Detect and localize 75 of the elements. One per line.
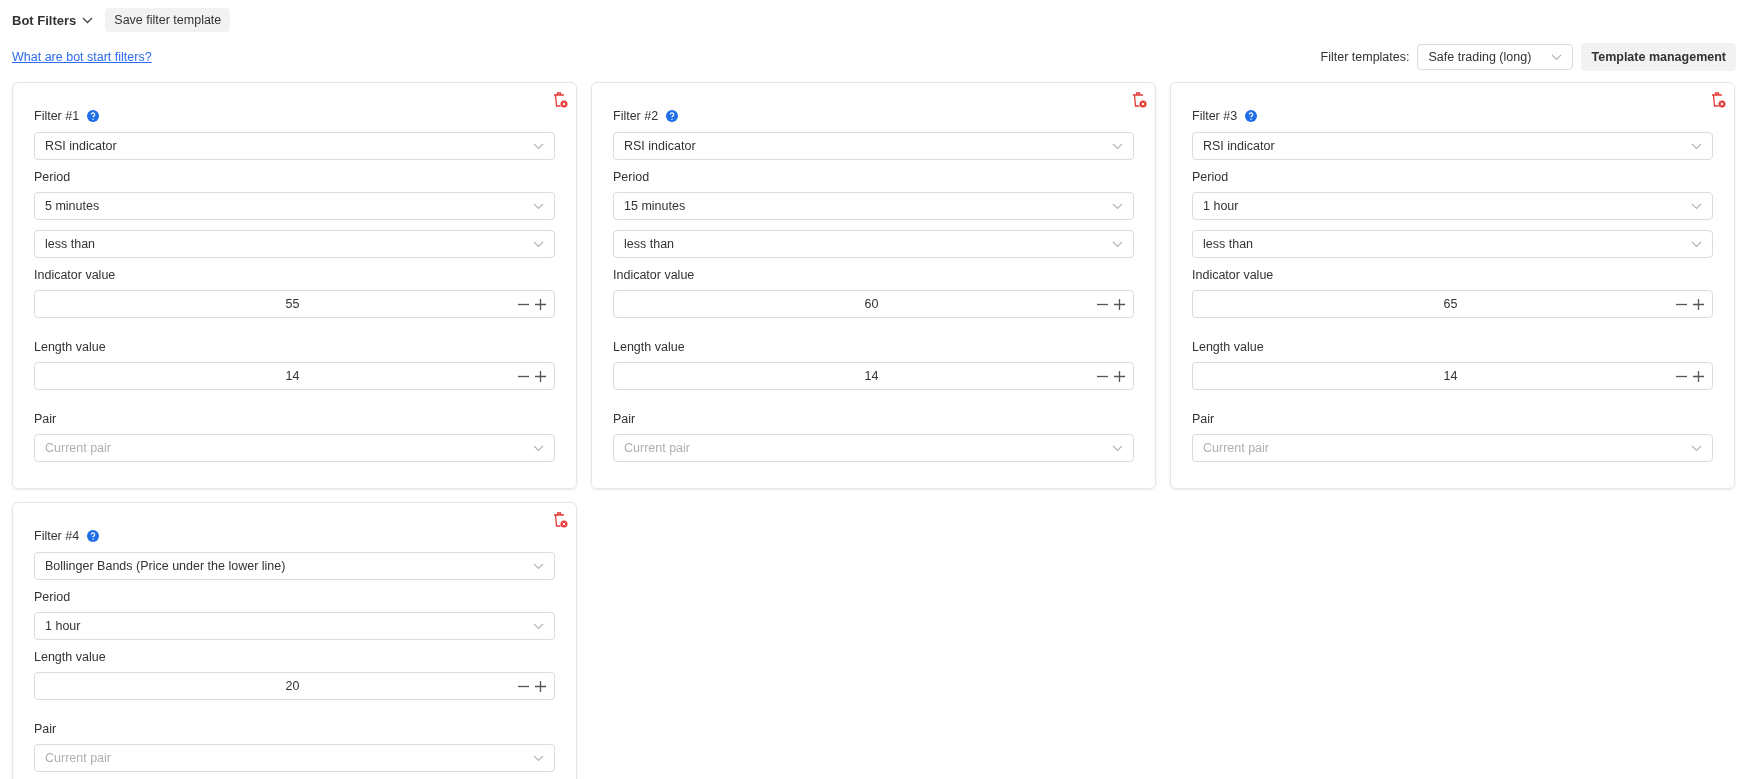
trash-icon[interactable] <box>553 511 568 528</box>
chevron-down-icon[interactable] <box>82 16 94 24</box>
number-field[interactable]: 14 <box>1192 362 1713 390</box>
templates-label: Filter templates: <box>1320 50 1410 64</box>
chevron-down-icon <box>533 202 544 210</box>
section-title: Bot Filters <box>12 12 77 28</box>
field-label: Length value <box>34 650 107 664</box>
chevron-down-icon <box>533 622 544 630</box>
field-label: Period <box>613 170 651 184</box>
chevron-down-icon <box>533 444 544 452</box>
chevron-down-icon <box>1112 444 1123 452</box>
field-label: Period <box>34 170 72 184</box>
field-label: Indicator value <box>1192 268 1275 282</box>
help-icon[interactable] <box>1245 110 1258 122</box>
chevron-down-icon <box>1551 53 1563 61</box>
chevron-down-icon <box>1112 142 1123 150</box>
chevron-down-icon <box>1112 240 1123 248</box>
plus-icon[interactable] <box>1693 298 1704 310</box>
plus-icon[interactable] <box>1693 370 1704 382</box>
chevron-down-icon <box>1112 202 1123 210</box>
select-field[interactable]: 1 hour <box>34 612 555 640</box>
help-icon[interactable] <box>87 110 100 122</box>
field-label: Pair <box>34 412 58 426</box>
template-select[interactable]: Safe trading (long) <box>1417 44 1574 70</box>
plus-icon[interactable] <box>1114 370 1125 382</box>
field-label: Pair <box>34 722 58 736</box>
chevron-down-icon <box>1691 202 1702 210</box>
chevron-down-icon <box>533 142 544 150</box>
field-label: Indicator value <box>613 268 696 282</box>
trash-icon[interactable] <box>1711 91 1726 108</box>
select-field[interactable]: less than <box>34 230 555 258</box>
field-label: Indicator value <box>34 268 117 282</box>
chevron-down-icon <box>533 754 544 762</box>
number-field[interactable]: 20 <box>34 672 555 700</box>
help-link[interactable]: What are bot start filters? <box>12 50 152 64</box>
select-field[interactable]: Bollinger Bands (Price under the lower line) <box>34 552 555 580</box>
number-field[interactable]: 14 <box>613 362 1134 390</box>
field-label: Period <box>34 590 72 604</box>
select-field[interactable]: less than <box>1192 230 1713 258</box>
select-field[interactable]: 5 minutes <box>34 192 555 220</box>
plus-icon[interactable] <box>1114 298 1125 310</box>
select-field[interactable]: 15 minutes <box>613 192 1134 220</box>
plus-icon[interactable] <box>535 370 546 382</box>
chevron-down-icon <box>1691 240 1702 248</box>
plus-icon[interactable] <box>535 680 546 692</box>
select-field[interactable]: RSI indicator <box>1192 132 1713 160</box>
number-field[interactable]: 65 <box>1192 290 1713 318</box>
filter-title: Filter #4 <box>34 529 80 543</box>
field-label: Period <box>1192 170 1230 184</box>
number-field[interactable]: 14 <box>34 362 555 390</box>
field-label: Length value <box>34 340 107 354</box>
select-field[interactable]: 1 hour <box>1192 192 1713 220</box>
field-label: Pair <box>613 412 637 426</box>
save-template-button[interactable]: Save filter template <box>105 8 231 32</box>
filter-title: Filter #3 <box>1192 109 1238 123</box>
filter-title: Filter #2 <box>613 109 659 123</box>
template-management-button[interactable]: Template management <box>1581 43 1736 71</box>
trash-icon[interactable] <box>553 91 568 108</box>
select-field[interactable]: RSI indicator <box>34 132 555 160</box>
trash-icon[interactable] <box>1132 91 1147 108</box>
plus-icon[interactable] <box>535 298 546 310</box>
filter-title: Filter #1 <box>34 109 80 123</box>
help-icon[interactable] <box>666 110 679 122</box>
select-field[interactable]: less than <box>613 230 1134 258</box>
chevron-down-icon <box>1691 142 1702 150</box>
field-label: Length value <box>613 340 686 354</box>
field-label: Length value <box>1192 340 1265 354</box>
chevron-down-icon <box>1691 444 1702 452</box>
field-label: Pair <box>1192 412 1216 426</box>
chevron-down-icon <box>533 562 544 570</box>
help-icon[interactable] <box>87 530 100 542</box>
number-field[interactable]: 60 <box>613 290 1134 318</box>
number-field[interactable]: 55 <box>34 290 555 318</box>
select-field[interactable]: RSI indicator <box>613 132 1134 160</box>
chevron-down-icon <box>533 240 544 248</box>
